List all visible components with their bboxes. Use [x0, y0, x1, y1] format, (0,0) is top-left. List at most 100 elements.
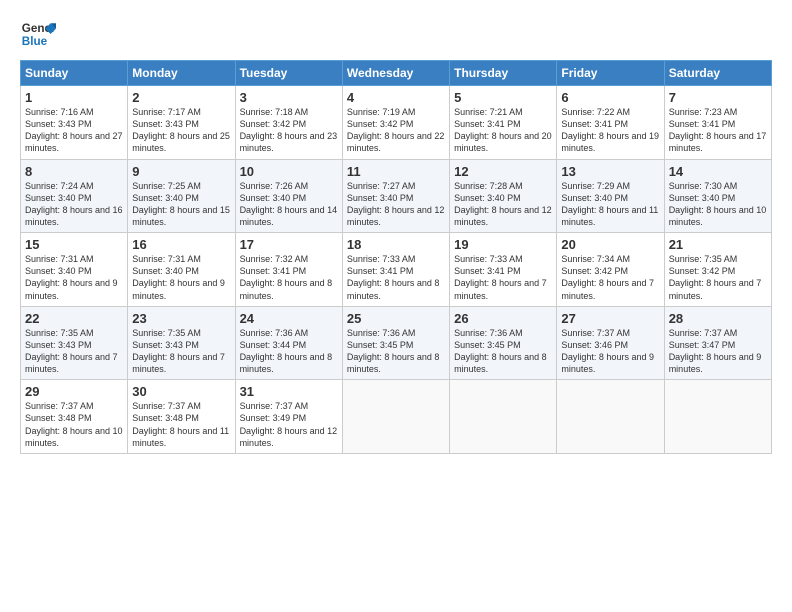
day-number: 8 [25, 164, 123, 179]
day-number: 1 [25, 90, 123, 105]
day-info: Sunrise: 7:23 AMSunset: 3:41 PMDaylight:… [669, 106, 767, 155]
logo-icon: General Blue [20, 16, 56, 52]
day-cell: 30 Sunrise: 7:37 AMSunset: 3:48 PMDaylig… [128, 380, 235, 454]
day-number: 2 [132, 90, 230, 105]
day-info: Sunrise: 7:36 AMSunset: 3:45 PMDaylight:… [347, 327, 445, 376]
day-number: 13 [561, 164, 659, 179]
day-number: 18 [347, 237, 445, 252]
col-header-sunday: Sunday [21, 61, 128, 86]
day-cell: 26 Sunrise: 7:36 AMSunset: 3:45 PMDaylig… [450, 306, 557, 380]
day-number: 7 [669, 90, 767, 105]
day-cell: 7 Sunrise: 7:23 AMSunset: 3:41 PMDayligh… [664, 86, 771, 160]
day-number: 11 [347, 164, 445, 179]
page: General Blue SundayMondayTuesdayWednesda… [0, 0, 792, 612]
day-info: Sunrise: 7:21 AMSunset: 3:41 PMDaylight:… [454, 106, 552, 155]
week-row-3: 15 Sunrise: 7:31 AMSunset: 3:40 PMDaylig… [21, 233, 772, 307]
day-number: 4 [347, 90, 445, 105]
day-number: 31 [240, 384, 338, 399]
day-cell: 23 Sunrise: 7:35 AMSunset: 3:43 PMDaylig… [128, 306, 235, 380]
day-info: Sunrise: 7:27 AMSunset: 3:40 PMDaylight:… [347, 180, 445, 229]
col-header-friday: Friday [557, 61, 664, 86]
col-header-thursday: Thursday [450, 61, 557, 86]
day-number: 20 [561, 237, 659, 252]
day-cell: 4 Sunrise: 7:19 AMSunset: 3:42 PMDayligh… [342, 86, 449, 160]
day-number: 26 [454, 311, 552, 326]
day-info: Sunrise: 7:37 AMSunset: 3:48 PMDaylight:… [25, 400, 123, 449]
day-cell: 24 Sunrise: 7:36 AMSunset: 3:44 PMDaylig… [235, 306, 342, 380]
day-number: 17 [240, 237, 338, 252]
day-cell: 17 Sunrise: 7:32 AMSunset: 3:41 PMDaylig… [235, 233, 342, 307]
day-info: Sunrise: 7:29 AMSunset: 3:40 PMDaylight:… [561, 180, 659, 229]
day-cell: 3 Sunrise: 7:18 AMSunset: 3:42 PMDayligh… [235, 86, 342, 160]
day-info: Sunrise: 7:36 AMSunset: 3:44 PMDaylight:… [240, 327, 338, 376]
day-info: Sunrise: 7:35 AMSunset: 3:43 PMDaylight:… [25, 327, 123, 376]
day-cell: 5 Sunrise: 7:21 AMSunset: 3:41 PMDayligh… [450, 86, 557, 160]
col-header-wednesday: Wednesday [342, 61, 449, 86]
day-cell: 10 Sunrise: 7:26 AMSunset: 3:40 PMDaylig… [235, 159, 342, 233]
day-info: Sunrise: 7:24 AMSunset: 3:40 PMDaylight:… [25, 180, 123, 229]
day-info: Sunrise: 7:34 AMSunset: 3:42 PMDaylight:… [561, 253, 659, 302]
day-info: Sunrise: 7:31 AMSunset: 3:40 PMDaylight:… [132, 253, 230, 302]
day-info: Sunrise: 7:26 AMSunset: 3:40 PMDaylight:… [240, 180, 338, 229]
day-cell: 29 Sunrise: 7:37 AMSunset: 3:48 PMDaylig… [21, 380, 128, 454]
day-cell [450, 380, 557, 454]
day-cell: 19 Sunrise: 7:33 AMSunset: 3:41 PMDaylig… [450, 233, 557, 307]
day-cell: 28 Sunrise: 7:37 AMSunset: 3:47 PMDaylig… [664, 306, 771, 380]
logo: General Blue [20, 16, 56, 52]
day-cell: 27 Sunrise: 7:37 AMSunset: 3:46 PMDaylig… [557, 306, 664, 380]
day-number: 3 [240, 90, 338, 105]
day-info: Sunrise: 7:32 AMSunset: 3:41 PMDaylight:… [240, 253, 338, 302]
day-number: 22 [25, 311, 123, 326]
day-info: Sunrise: 7:37 AMSunset: 3:49 PMDaylight:… [240, 400, 338, 449]
day-number: 14 [669, 164, 767, 179]
week-row-4: 22 Sunrise: 7:35 AMSunset: 3:43 PMDaylig… [21, 306, 772, 380]
day-cell [557, 380, 664, 454]
day-info: Sunrise: 7:17 AMSunset: 3:43 PMDaylight:… [132, 106, 230, 155]
day-info: Sunrise: 7:22 AMSunset: 3:41 PMDaylight:… [561, 106, 659, 155]
col-header-monday: Monday [128, 61, 235, 86]
day-cell [342, 380, 449, 454]
day-info: Sunrise: 7:37 AMSunset: 3:47 PMDaylight:… [669, 327, 767, 376]
day-cell: 13 Sunrise: 7:29 AMSunset: 3:40 PMDaylig… [557, 159, 664, 233]
calendar-table: SundayMondayTuesdayWednesdayThursdayFrid… [20, 60, 772, 454]
day-info: Sunrise: 7:35 AMSunset: 3:43 PMDaylight:… [132, 327, 230, 376]
day-info: Sunrise: 7:28 AMSunset: 3:40 PMDaylight:… [454, 180, 552, 229]
day-cell [664, 380, 771, 454]
week-row-5: 29 Sunrise: 7:37 AMSunset: 3:48 PMDaylig… [21, 380, 772, 454]
day-cell: 16 Sunrise: 7:31 AMSunset: 3:40 PMDaylig… [128, 233, 235, 307]
day-number: 19 [454, 237, 552, 252]
day-cell: 1 Sunrise: 7:16 AMSunset: 3:43 PMDayligh… [21, 86, 128, 160]
day-cell: 2 Sunrise: 7:17 AMSunset: 3:43 PMDayligh… [128, 86, 235, 160]
day-info: Sunrise: 7:37 AMSunset: 3:46 PMDaylight:… [561, 327, 659, 376]
day-cell: 22 Sunrise: 7:35 AMSunset: 3:43 PMDaylig… [21, 306, 128, 380]
col-header-saturday: Saturday [664, 61, 771, 86]
day-cell: 8 Sunrise: 7:24 AMSunset: 3:40 PMDayligh… [21, 159, 128, 233]
day-cell: 15 Sunrise: 7:31 AMSunset: 3:40 PMDaylig… [21, 233, 128, 307]
day-number: 16 [132, 237, 230, 252]
day-number: 5 [454, 90, 552, 105]
day-cell: 21 Sunrise: 7:35 AMSunset: 3:42 PMDaylig… [664, 233, 771, 307]
day-number: 21 [669, 237, 767, 252]
day-number: 25 [347, 311, 445, 326]
day-number: 28 [669, 311, 767, 326]
day-info: Sunrise: 7:25 AMSunset: 3:40 PMDaylight:… [132, 180, 230, 229]
svg-text:Blue: Blue [22, 35, 48, 48]
day-info: Sunrise: 7:36 AMSunset: 3:45 PMDaylight:… [454, 327, 552, 376]
day-number: 15 [25, 237, 123, 252]
col-header-tuesday: Tuesday [235, 61, 342, 86]
day-info: Sunrise: 7:30 AMSunset: 3:40 PMDaylight:… [669, 180, 767, 229]
day-cell: 14 Sunrise: 7:30 AMSunset: 3:40 PMDaylig… [664, 159, 771, 233]
day-info: Sunrise: 7:37 AMSunset: 3:48 PMDaylight:… [132, 400, 230, 449]
day-number: 12 [454, 164, 552, 179]
day-cell: 11 Sunrise: 7:27 AMSunset: 3:40 PMDaylig… [342, 159, 449, 233]
day-cell: 6 Sunrise: 7:22 AMSunset: 3:41 PMDayligh… [557, 86, 664, 160]
week-row-1: 1 Sunrise: 7:16 AMSunset: 3:43 PMDayligh… [21, 86, 772, 160]
day-cell: 12 Sunrise: 7:28 AMSunset: 3:40 PMDaylig… [450, 159, 557, 233]
header: General Blue [20, 16, 772, 52]
day-cell: 31 Sunrise: 7:37 AMSunset: 3:49 PMDaylig… [235, 380, 342, 454]
day-cell: 18 Sunrise: 7:33 AMSunset: 3:41 PMDaylig… [342, 233, 449, 307]
day-number: 23 [132, 311, 230, 326]
day-cell: 20 Sunrise: 7:34 AMSunset: 3:42 PMDaylig… [557, 233, 664, 307]
day-number: 6 [561, 90, 659, 105]
day-number: 27 [561, 311, 659, 326]
